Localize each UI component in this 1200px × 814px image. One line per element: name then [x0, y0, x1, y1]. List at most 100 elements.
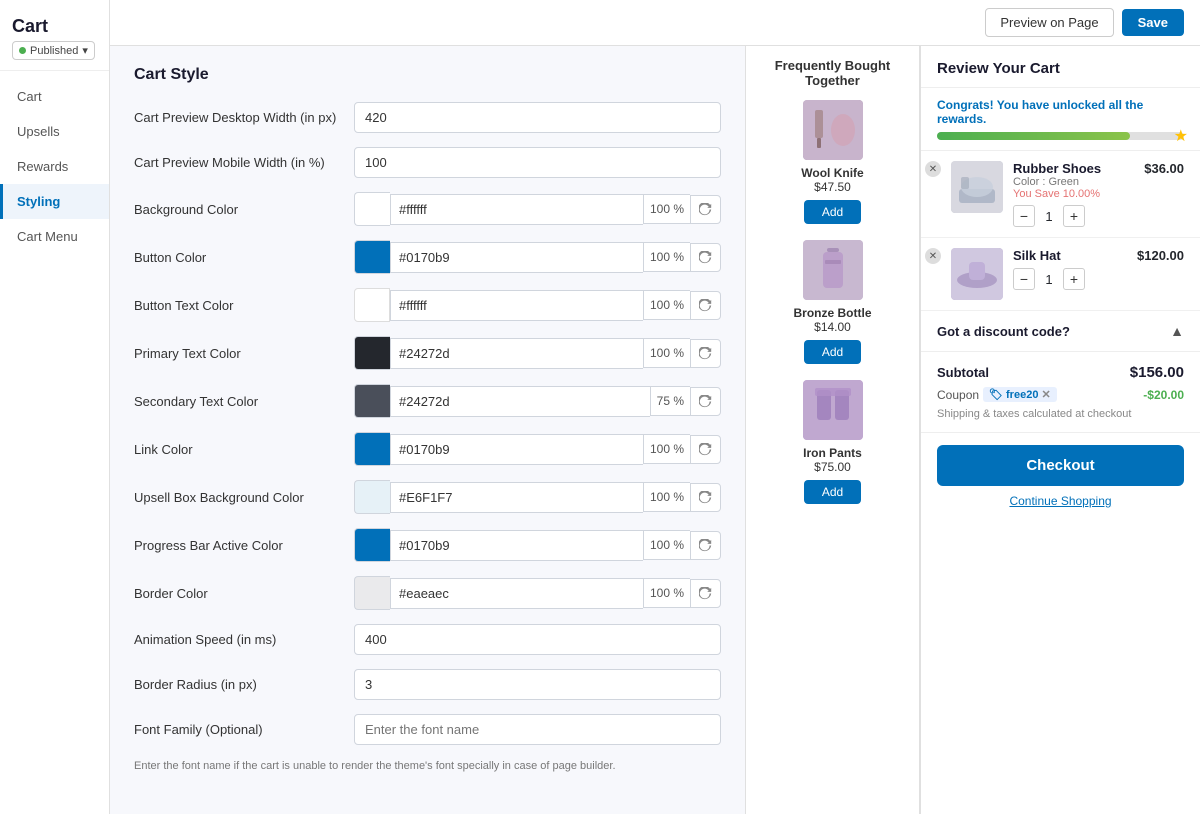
hex-input-upsell-bg-color[interactable] — [390, 482, 643, 513]
refresh-icon — [699, 299, 712, 312]
checkout-button[interactable]: Checkout — [937, 445, 1184, 486]
reset-bg-color[interactable] — [690, 195, 721, 224]
reset-border-color[interactable] — [690, 579, 721, 608]
input-mobile-width[interactable] — [354, 147, 721, 178]
label-border-radius: Border Radius (in px) — [134, 677, 354, 692]
remove-silk-hat-button[interactable]: ✕ — [925, 248, 941, 264]
remove-coupon-button[interactable]: ✕ — [1041, 388, 1050, 401]
reset-btn-text-color[interactable] — [690, 291, 721, 320]
color-row-bg: 100 % — [354, 192, 721, 226]
form-row-border-radius: Border Radius (in px) — [134, 669, 721, 700]
iron-pants-svg — [803, 380, 863, 440]
control-btn-text-color: 100 % — [354, 288, 721, 322]
opacity-primary-text-color: 100 % — [643, 338, 690, 368]
label-animation-speed: Animation Speed (in ms) — [134, 632, 354, 647]
reset-primary-text-color[interactable] — [690, 339, 721, 368]
color-row-link: 100 % — [354, 432, 721, 466]
input-desktop-width[interactable] — [354, 102, 721, 133]
reset-link-color[interactable] — [690, 435, 721, 464]
control-progress-color: 100 % — [354, 528, 721, 562]
sidebar-nav: Cart Upsells Rewards Styling Cart Menu — [0, 71, 109, 262]
save-button[interactable]: Save — [1122, 9, 1184, 36]
list-item: Wool Knife $47.50 Add — [756, 100, 909, 224]
sidebar-item-upsells[interactable]: Upsells — [0, 114, 109, 149]
cart-review-panel: Review Your Cart Congrats! You have unlo… — [920, 46, 1200, 814]
control-bg-color: 100 % — [354, 192, 721, 226]
list-item: Bronze Bottle $14.00 Add — [756, 240, 909, 364]
swatch-btn-text-color[interactable] — [354, 288, 390, 322]
control-font-family — [354, 714, 721, 745]
continue-shopping-link[interactable]: Continue Shopping — [921, 494, 1200, 522]
hex-input-progress-color[interactable] — [390, 530, 643, 561]
product-image-bronze — [803, 240, 863, 300]
refresh-icon — [699, 395, 712, 408]
price-silk-hat: $120.00 — [1129, 248, 1184, 263]
sidebar-item-styling[interactable]: Styling — [0, 184, 109, 219]
control-primary-text-color: 100 % — [354, 336, 721, 370]
label-btn-text-color: Button Text Color — [134, 298, 354, 313]
hex-input-border-color[interactable] — [390, 578, 643, 609]
input-animation-speed[interactable] — [354, 624, 721, 655]
form-row-progress-color: Progress Bar Active Color 100 % — [134, 528, 721, 562]
hex-input-primary-text-color[interactable] — [390, 338, 643, 369]
add-iron-button[interactable]: Add — [804, 480, 861, 504]
coupon-text: Coupon — [937, 388, 979, 402]
form-row-border-color: Border Color 100 % — [134, 576, 721, 610]
hex-input-secondary-text-color[interactable] — [390, 386, 650, 417]
sidebar-item-cart-menu[interactable]: Cart Menu — [0, 219, 109, 254]
swatch-bg-color[interactable] — [354, 192, 390, 226]
reset-btn-color[interactable] — [690, 243, 721, 272]
published-badge[interactable]: Published ▾ — [12, 41, 95, 60]
swatch-btn-color[interactable] — [354, 240, 390, 274]
refresh-icon — [699, 539, 712, 552]
discount-section[interactable]: Got a discount code? ▲ — [921, 311, 1200, 352]
discount-label: Got a discount code? — [937, 324, 1070, 339]
preview-button[interactable]: Preview on Page — [985, 8, 1113, 37]
product-name-bronze: Bronze Bottle — [756, 306, 909, 320]
form-row-upsell-bg-color: Upsell Box Background Color 100 % — [134, 480, 721, 514]
rewards-text: Congrats! You have unlocked all the rewa… — [937, 98, 1184, 126]
swatch-progress-color[interactable] — [354, 528, 390, 562]
control-secondary-text-color: 75 % — [354, 384, 721, 418]
swatch-secondary-text-color[interactable] — [354, 384, 390, 418]
hex-input-link-color[interactable] — [390, 434, 643, 465]
qty-increase-silk-hat[interactable]: + — [1063, 268, 1085, 290]
reset-upsell-bg-color[interactable] — [690, 483, 721, 512]
swatch-border-color[interactable] — [354, 576, 390, 610]
chevron-down-icon: ▾ — [82, 44, 88, 57]
qty-increase-rubber-shoes[interactable]: + — [1063, 205, 1085, 227]
form-row-mobile-width: Cart Preview Mobile Width (in %) — [134, 147, 721, 178]
add-wool-button[interactable]: Add — [804, 200, 861, 224]
swatch-link-color[interactable] — [354, 432, 390, 466]
product-name-rubber-shoes: Rubber Shoes — [1013, 161, 1129, 176]
reset-secondary-text-color[interactable] — [690, 387, 721, 416]
product-color-rubber-shoes: Color : Green — [1013, 176, 1129, 188]
refresh-icon — [699, 251, 712, 264]
qty-decrease-silk-hat[interactable]: − — [1013, 268, 1035, 290]
sidebar-item-rewards[interactable]: Rewards — [0, 149, 109, 184]
hex-input-btn-color[interactable] — [390, 242, 643, 273]
color-row-primary-text: 100 % — [354, 336, 721, 370]
add-bronze-button[interactable]: Add — [804, 340, 861, 364]
sidebar-item-cart[interactable]: Cart — [0, 79, 109, 114]
refresh-icon — [699, 443, 712, 456]
swatch-upsell-bg-color[interactable] — [354, 480, 390, 514]
silk-hat-svg — [951, 248, 1003, 300]
hex-input-bg-color[interactable] — [390, 194, 643, 225]
hex-input-btn-text-color[interactable] — [390, 290, 643, 321]
refresh-icon — [699, 491, 712, 504]
qty-value-rubber-shoes: 1 — [1041, 209, 1057, 224]
qty-decrease-rubber-shoes[interactable]: − — [1013, 205, 1035, 227]
toolbar: Preview on Page Save — [110, 0, 1200, 46]
refresh-icon — [699, 203, 712, 216]
reset-progress-color[interactable] — [690, 531, 721, 560]
input-border-radius[interactable] — [354, 669, 721, 700]
opacity-border-color: 100 % — [643, 578, 690, 608]
remove-rubber-shoes-button[interactable]: ✕ — [925, 161, 941, 177]
qty-control-silk-hat: − 1 + — [1013, 268, 1129, 290]
swatch-primary-text-color[interactable] — [354, 336, 390, 370]
list-item: Iron Pants $75.00 Add — [756, 380, 909, 504]
frequently-bought-panel: Frequently Bought Together Wool Knife $4… — [745, 46, 920, 814]
input-font-family[interactable] — [354, 714, 721, 745]
form-row-secondary-text-color: Secondary Text Color 75 % — [134, 384, 721, 418]
